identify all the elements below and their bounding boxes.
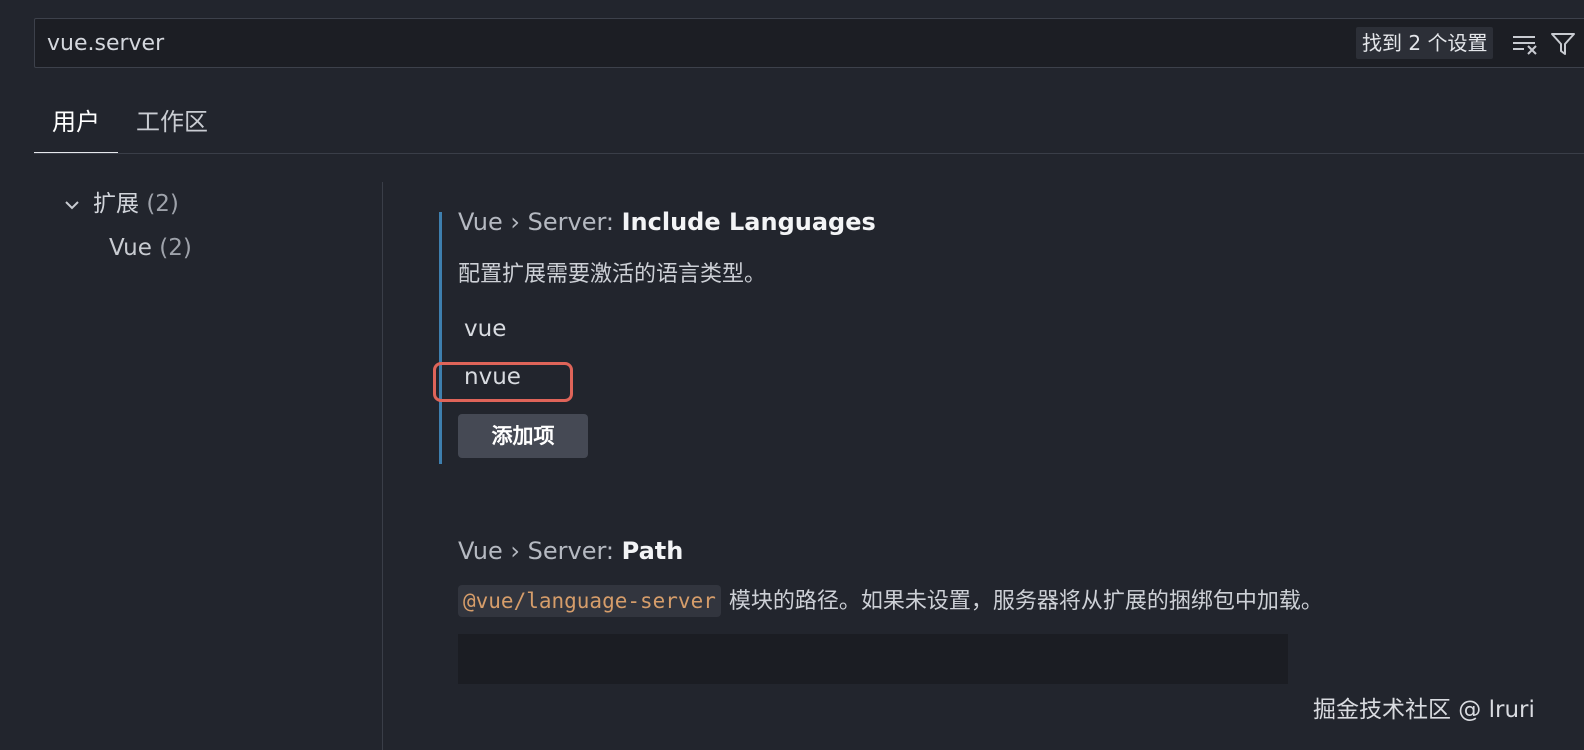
settings-search-bar: 找到 2 个设置: [34, 18, 1584, 68]
setting-include-languages-title: Vue › Server: Include Languages: [458, 208, 876, 236]
setting-name: Path: [621, 537, 684, 565]
tab-workspace[interactable]: 工作区: [132, 100, 212, 152]
search-actions: [1511, 31, 1577, 57]
list-item-vue[interactable]: vue: [464, 316, 506, 342]
toc-item-count: (2): [159, 235, 192, 261]
setting-include-languages-description: 配置扩展需要激活的语言类型。: [458, 262, 767, 287]
filter-icon[interactable]: [1549, 31, 1577, 57]
toc-item-vue[interactable]: Vue (2): [109, 230, 192, 266]
tabs-divider: [34, 153, 1584, 154]
settings-editor: 找到 2 个设置 用户 工作区 扩展 (2) Vue (2): [0, 0, 1584, 750]
toc-group-count: (2): [146, 191, 179, 217]
setting-path-description-row: @vue/language-server 模块的路径。如果未设置，服务器将从扩展的…: [458, 583, 1323, 617]
setting-path-title: Vue › Server: Path: [458, 537, 683, 565]
toc-item-label: Vue: [109, 235, 152, 261]
search-result-count: 找到 2 个设置: [1356, 27, 1494, 59]
setting-category: Vue › Server:: [458, 537, 622, 565]
setting-category: Vue › Server:: [458, 208, 622, 236]
settings-search-input[interactable]: [47, 19, 1337, 67]
chevron-down-icon: [65, 200, 79, 209]
toc-splitter[interactable]: [382, 182, 383, 750]
highlight-annotation-box: [433, 362, 573, 402]
setting-path-description: 模块的路径。如果未设置，服务器将从扩展的捆绑包中加载。: [728, 589, 1323, 614]
toc-group-extensions[interactable]: 扩展 (2): [60, 186, 179, 222]
setting-path-input[interactable]: [458, 634, 1288, 684]
add-item-button[interactable]: 添加项: [458, 414, 588, 458]
inline-code: @vue/language-server: [458, 585, 721, 617]
setting-name: Include Languages: [621, 208, 876, 236]
watermark: 掘金技术社区 @ lruri: [1313, 697, 1535, 723]
clear-filter-icon[interactable]: [1511, 31, 1539, 57]
tab-user[interactable]: 用户: [34, 100, 118, 154]
toc-group-label: 扩展: [93, 191, 139, 217]
setting-focus-indicator: [439, 212, 442, 464]
